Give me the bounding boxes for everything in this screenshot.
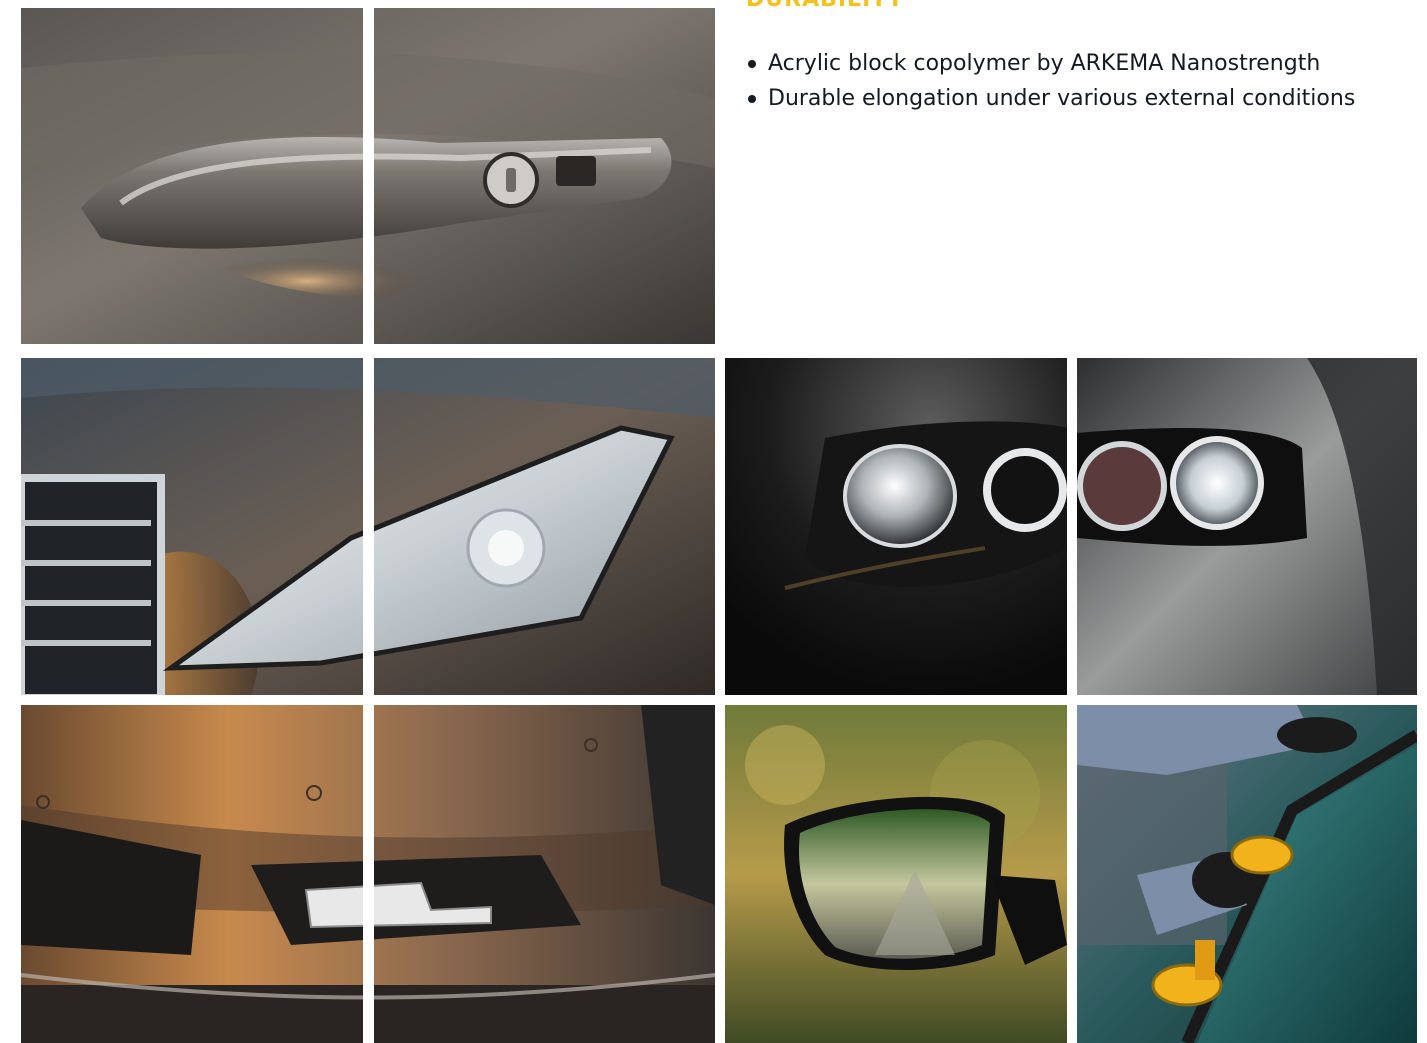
feature-list: Acrylic block copolymer by ARKEMA Nanost… [746, 46, 1418, 116]
door-handle-photo [21, 8, 715, 344]
feature-bullet-1: Acrylic block copolymer by ARKEMA Nanost… [746, 46, 1418, 81]
section-heading: DURABILITY [746, 0, 904, 12]
side-mirror-photo [725, 705, 1067, 1043]
headlight-dark-photo [725, 358, 1067, 695]
feature-text-block: DURABILITY Acrylic block copolymer by AR… [746, 0, 1418, 340]
windshield-install-photo [1077, 705, 1417, 1043]
headlight-silver-photo [1077, 358, 1417, 695]
headlight-sedan-photo [21, 358, 715, 695]
feature-bullet-2: Durable elongation under various externa… [746, 81, 1418, 116]
front-bumper-photo [21, 705, 715, 1043]
